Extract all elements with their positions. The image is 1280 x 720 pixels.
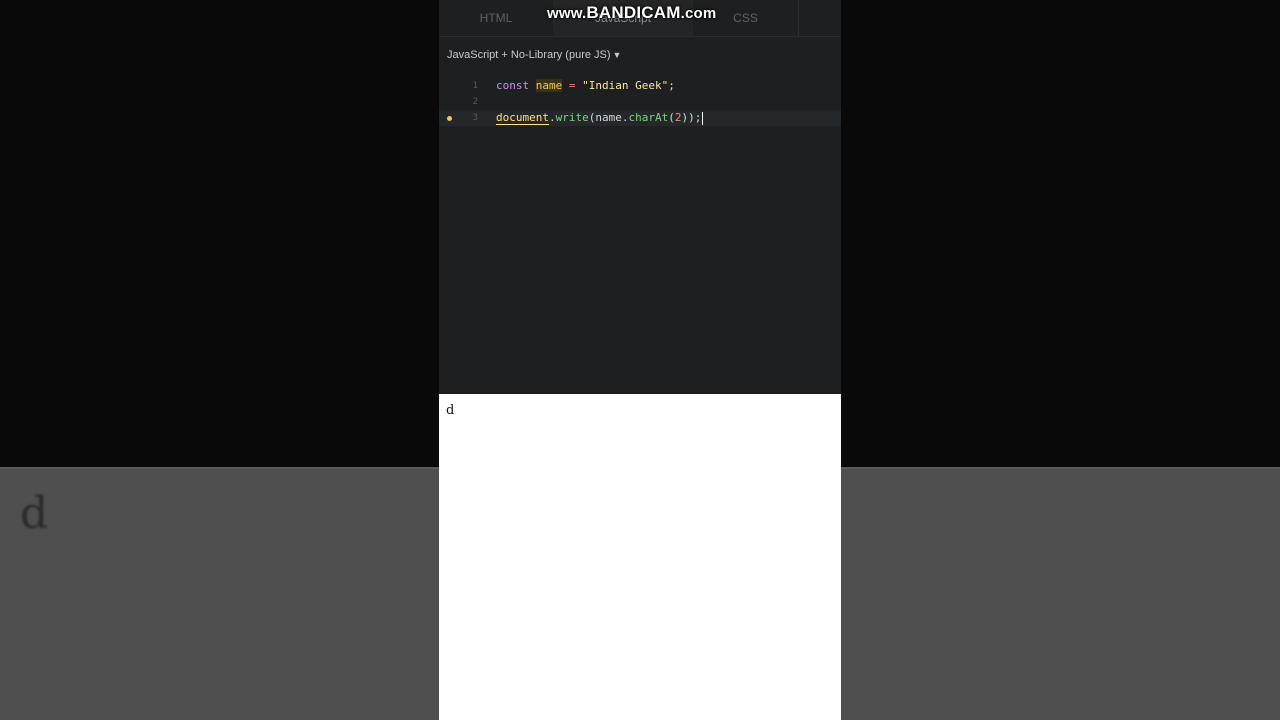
punctuation-token: ; xyxy=(668,79,675,92)
method-token: write xyxy=(555,111,589,124)
text-cursor xyxy=(702,111,704,125)
recording-watermark: www.BANDICAM.com xyxy=(547,3,716,23)
language-selector[interactable]: JavaScript + No-Library (pure JS) ▼ xyxy=(447,49,621,61)
code-line[interactable]: 2 xyxy=(439,94,841,110)
identifier-token: document xyxy=(496,111,549,125)
tab-divider xyxy=(798,0,799,36)
variable-token: name xyxy=(535,79,563,92)
keyword-token: const xyxy=(496,79,530,92)
watermark-prefix: www. xyxy=(547,5,587,22)
punctuation-token: ( xyxy=(668,111,675,124)
language-selector-label: JavaScript + No-Library (pure JS) xyxy=(447,49,611,61)
line-number: 3 xyxy=(472,113,478,123)
code-text: document.write(name.charAt(2)); xyxy=(496,110,704,126)
line-number: 2 xyxy=(472,97,478,107)
method-token: charAt xyxy=(628,111,669,124)
string-token: "Indian Geek" xyxy=(582,79,669,92)
code-line-active[interactable]: 3 document.write(name.charAt(2)); xyxy=(439,110,841,126)
jsfiddle-mobile-view: HTML JavaScript CSS www.BANDICAM.com Jav… xyxy=(439,0,841,720)
watermark-suffix: .com xyxy=(680,5,717,22)
punctuation-token: )); xyxy=(681,111,702,124)
line-number: 1 xyxy=(472,81,478,91)
code-text: const name = "Indian Geek"; xyxy=(496,78,675,94)
dropdown-caret-icon: ▼ xyxy=(612,50,622,60)
code-line[interactable]: 1 const name = "Indian Geek"; xyxy=(439,78,841,94)
operator-token: = xyxy=(568,79,576,92)
watermark-brand: BANDICAM xyxy=(586,3,681,22)
result-output-text: d xyxy=(446,403,455,418)
punctuation-token: . xyxy=(548,111,556,124)
result-panel: d xyxy=(439,394,841,720)
background-echo-text: d xyxy=(20,488,49,539)
code-editor[interactable]: 1 const name = "Indian Geek"; 2 3 docume… xyxy=(439,72,841,394)
warning-dot-icon[interactable] xyxy=(447,116,452,121)
tab-html[interactable]: HTML xyxy=(439,0,553,36)
argument-token: (name. xyxy=(588,111,629,124)
